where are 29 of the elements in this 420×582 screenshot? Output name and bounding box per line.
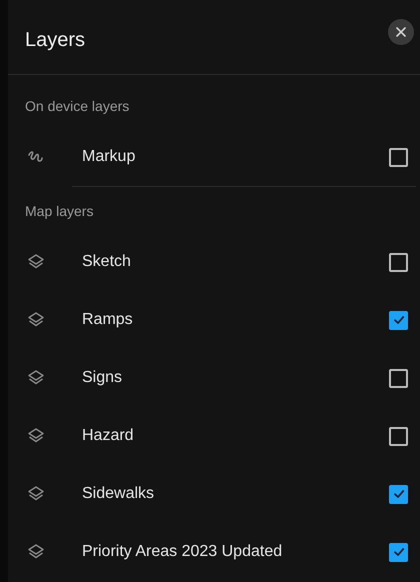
layer-checkbox[interactable] xyxy=(389,148,408,166)
check-icon xyxy=(392,545,406,559)
layers-icon xyxy=(27,544,45,560)
layer-name: Markup xyxy=(82,148,136,166)
layer-name: Sketch xyxy=(82,253,132,271)
layer-name: Signs xyxy=(82,369,124,387)
layer-name: Sidewalks xyxy=(82,485,156,503)
layers-icon xyxy=(27,312,45,328)
check-icon xyxy=(392,313,406,327)
section-heading: Map layers xyxy=(24,202,94,221)
layer-checkbox[interactable] xyxy=(389,368,408,388)
layers-icon xyxy=(27,254,45,270)
squiggle-icon xyxy=(27,150,45,164)
close-icon xyxy=(396,27,406,37)
layers-icon xyxy=(27,486,45,502)
layer-checkbox[interactable] xyxy=(389,542,408,562)
layer-checkbox[interactable] xyxy=(389,252,408,272)
layer-name: Priority Areas 2023 Updated xyxy=(82,543,284,561)
layer-name: Ramps xyxy=(82,311,134,329)
check-icon xyxy=(392,487,406,501)
layers-icon xyxy=(27,428,45,444)
layer-name: Hazard xyxy=(82,427,135,445)
layer-checkbox[interactable] xyxy=(389,310,408,330)
layer-checkbox[interactable] xyxy=(389,426,408,446)
panel-title: Layers xyxy=(25,28,86,52)
close-button[interactable] xyxy=(388,19,414,45)
section-heading: On device layers xyxy=(24,97,130,116)
layer-checkbox[interactable] xyxy=(389,484,408,504)
layers-icon xyxy=(27,370,45,386)
